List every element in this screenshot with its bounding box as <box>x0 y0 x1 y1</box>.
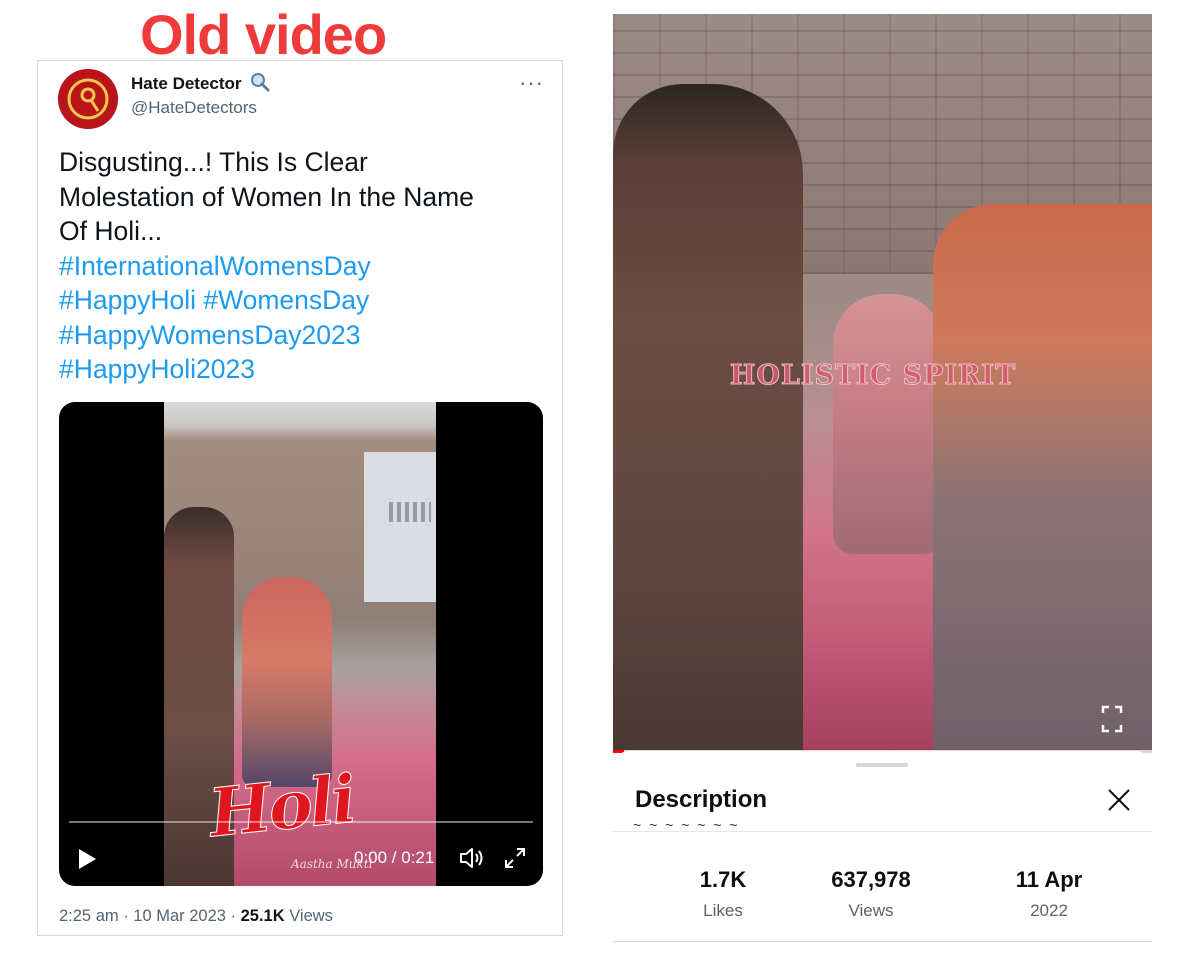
tweet-text-line: Disgusting...! This Is Clear <box>59 147 368 177</box>
views-label: Views <box>284 907 333 925</box>
avatar-logo-icon <box>58 69 118 129</box>
stat-value: 11 Apr <box>1015 867 1083 892</box>
tweet-text-line: Molestation of Women In the Name <box>59 181 474 212</box>
close-icon[interactable] <box>1105 786 1133 814</box>
tweet-text-line: Of Holi... <box>59 216 163 246</box>
stat-views: 637,978 Views <box>811 867 931 921</box>
video-vent <box>389 502 431 522</box>
stat-likes: 1.7K Likes <box>673 867 773 921</box>
video-watermark: HOLISTIC SPIRIT <box>729 360 1017 392</box>
video-person <box>833 294 943 554</box>
video-wall <box>364 452 436 602</box>
hashtag-link[interactable]: #HappyHoli2023 <box>59 352 529 387</box>
stat-date: 11 Apr 2022 <box>999 867 1099 921</box>
cut-off-text: ~ ~ ~ ~ ~ ~ ~ <box>633 823 793 835</box>
stat-label: Likes <box>703 901 743 920</box>
tweet-text: Disgusting...! This Is Clear Molestation… <box>59 145 529 387</box>
stat-value: 637,978 <box>831 867 911 892</box>
sheet-divider <box>613 831 1152 832</box>
tweet-video-player[interactable]: Holi Aastha Mukti 0:00 / 0:21 <box>59 402 543 886</box>
description-sheet: Description ~ ~ ~ ~ ~ ~ ~ 1.7K Likes 637… <box>613 751 1152 942</box>
video-person <box>613 84 803 752</box>
hashtag-link[interactable]: #InternationalWomensDay <box>59 249 529 284</box>
video-time: 0:00 / 0:21 <box>354 848 435 867</box>
author-name-text: Hate Detector <box>131 74 242 93</box>
stat-label: 2022 <box>1030 901 1068 920</box>
stat-label: Views <box>848 901 894 920</box>
author-handle[interactable]: @HateDetectors <box>131 98 257 118</box>
hashtag-link[interactable]: #HappyHoli #WomensDay <box>59 283 529 318</box>
avatar[interactable] <box>58 69 118 129</box>
expand-icon[interactable] <box>503 846 527 870</box>
video-progress-bar[interactable] <box>69 821 533 823</box>
video-person <box>242 577 332 787</box>
volume-icon[interactable] <box>459 846 485 870</box>
description-title: Description <box>635 786 768 813</box>
author-name[interactable]: Hate Detector <box>131 72 271 94</box>
views-count: 25.1K <box>240 907 285 925</box>
hashtag-link[interactable]: #HappyWomensDay2023 <box>59 318 529 353</box>
sheet-drag-handle[interactable] <box>856 763 908 767</box>
tweet-meta: 2:25 am · 10 Mar 2023 · 25.1K Views <box>59 907 333 926</box>
old-video-label: Old video <box>140 3 387 66</box>
tweet-card: Hate Detector @HateDetectors ··· Disgust… <box>37 60 563 936</box>
play-icon[interactable] <box>77 848 97 870</box>
tweet-timestamp[interactable]: 2:25 am · 10 Mar 2023 · <box>59 907 241 925</box>
fullscreen-icon[interactable] <box>1101 704 1123 734</box>
ellipsis-icon[interactable]: ··· <box>519 72 544 94</box>
video-overlay-title: Holi <box>205 759 358 853</box>
video-person <box>933 204 1152 752</box>
youtube-video-player[interactable]: HOLISTIC SPIRIT <box>613 14 1152 752</box>
stat-value: 1.7K <box>699 867 747 892</box>
magnifier-icon <box>251 73 270 92</box>
